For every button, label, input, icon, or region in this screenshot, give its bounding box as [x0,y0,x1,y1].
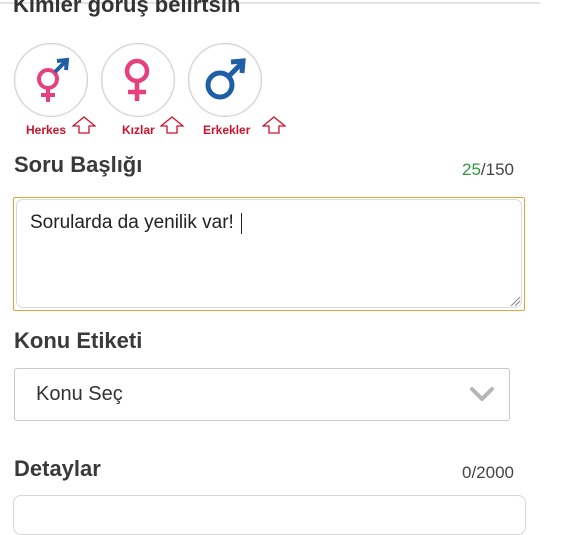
arrow-up-icon [160,116,184,134]
question-title-field[interactable]: Sorularda da yenilik var! [13,197,525,311]
audience-option-label: Herkes [26,123,67,137]
male-female-icon [37,57,70,102]
audience-option-circle[interactable] [101,43,175,117]
details-counter: 0/2000 [462,463,514,482]
female-icon [124,58,150,101]
details-label: Detaylar [14,456,101,481]
audience-selector: Herkes Kızlar Erkekler [14,43,314,143]
audience-option-label: Kızlar [122,123,155,137]
question-title-counter-max: /150 [480,160,514,179]
question-title-label: Soru Başlığı [14,152,143,177]
audience-option-erkekler[interactable]: Erkekler [188,43,286,143]
resize-handle-icon[interactable] [509,295,521,307]
text-cursor [241,213,242,234]
question-title-input[interactable]: Sorularda da yenilik var! [30,212,500,292]
arrow-up-icon [72,116,96,134]
question-title-counter-used: 25 [461,160,481,179]
details-input[interactable] [13,495,526,535]
question-title-counter: 25/150 [462,160,514,180]
topic-select-value: Konu Seç [36,383,123,405]
chevron-down-icon [470,387,494,401]
audience-option-herkes[interactable]: Herkes [14,43,104,143]
audience-option-circle[interactable] [14,43,88,117]
audience-option-kizlar[interactable]: Kızlar [101,43,191,143]
topic-select[interactable]: Konu Seç [14,368,510,421]
topic-label: Konu Etiketi [14,328,143,353]
audience-option-label: Erkekler [203,123,251,137]
male-icon [205,58,246,100]
audience-option-circle[interactable] [188,43,262,117]
arrow-up-icon [262,116,286,134]
audience-title: Kimler görüş belirtsin [13,0,241,17]
